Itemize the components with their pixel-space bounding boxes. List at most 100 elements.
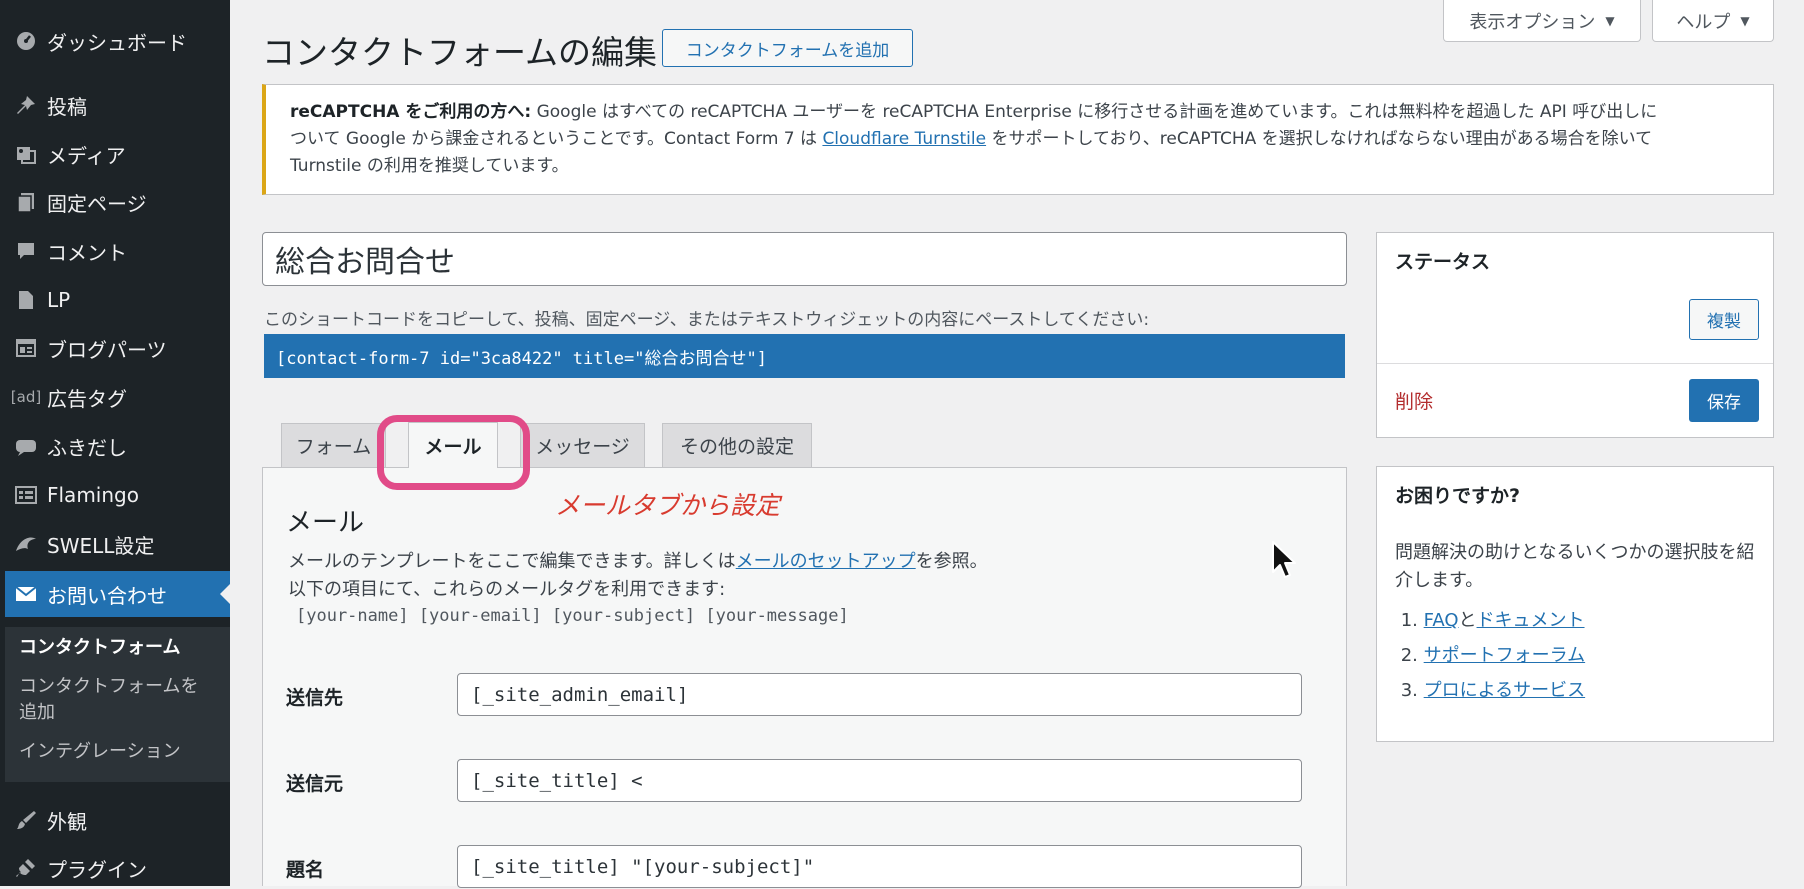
swell-icon: [5, 533, 47, 555]
ad-icon: [ad]: [10, 388, 42, 406]
menu-label: お問い合わせ: [47, 583, 167, 608]
chevron-down-icon: ▼: [1740, 13, 1750, 28]
menu-label: LP: [47, 288, 71, 312]
annotation-highlight-box: [377, 415, 530, 490]
submenu-add-new-line1[interactable]: コンタクトフォームを: [19, 674, 198, 700]
menu-item-dashboard[interactable]: ダッシュボード: [5, 20, 230, 62]
annotation-text: メールタブから設定: [555, 491, 781, 520]
shortcode-description: このショートコードをコピーして、投稿、固定ページ、またはテキストウィジェットの内…: [264, 310, 1150, 330]
help-box: お困りですか? 問題解決の助けとなるいくつかの選択肢を紹介します。 1. FAQ…: [1376, 466, 1774, 742]
faq-link[interactable]: FAQ: [1424, 610, 1459, 631]
help-list-item: 3. プロによるサービス: [1395, 673, 1585, 708]
menu-label: 広告タグ: [47, 386, 127, 411]
pin-icon: [5, 94, 47, 116]
menu-label: 投稿: [47, 94, 87, 119]
recaptcha-notice: reCAPTCHA をご利用の方へ: Google はすべての reCAPTCH…: [262, 84, 1774, 195]
mail-setup-link[interactable]: メールのセットアップ: [736, 551, 916, 572]
plugin-icon: [5, 857, 47, 879]
submenu-integration[interactable]: インテグレーション: [19, 739, 181, 765]
menu-item-pages[interactable]: 固定ページ: [5, 181, 230, 223]
add-contact-form-button[interactable]: コンタクトフォームを追加: [662, 29, 913, 67]
list-number: 3.: [1400, 680, 1418, 701]
help-title: お困りですか?: [1395, 485, 1521, 507]
mail-heading: メール: [286, 508, 365, 538]
desc-text: を参照。: [915, 551, 988, 572]
link-separator: と: [1458, 610, 1477, 631]
screen-options-label: 表示オプション: [1469, 11, 1596, 33]
tab-messages[interactable]: メッセージ: [520, 423, 645, 467]
notice-line-3: Turnstile の利用を推奨しています。: [290, 156, 569, 176]
status-divider: [1377, 363, 1773, 364]
screen-options-tab[interactable]: 表示オプション ▼: [1443, 0, 1641, 42]
turnstile-link[interactable]: Cloudflare Turnstile: [822, 129, 986, 149]
menu-item-swell-settings[interactable]: SWELL設定: [5, 523, 230, 565]
menu-label: ブログパーツ: [47, 337, 167, 362]
submenu-add-new-line2[interactable]: 追加: [19, 700, 55, 726]
menu-item-contact[interactable]: お問い合わせ: [5, 571, 230, 617]
status-box: ステータス 複製 削除 保存: [1376, 232, 1774, 438]
form-title-input[interactable]: 総合お問合せ: [262, 232, 1347, 286]
menu-label: SWELL設定: [47, 533, 155, 558]
menu-label: 固定ページ: [47, 191, 147, 216]
list-number: 2.: [1400, 645, 1418, 666]
notice-bold: reCAPTCHA をご利用の方へ:: [290, 102, 532, 122]
notice-text: をサポートしており、reCAPTCHA を選択しなければならない理由がある場合を…: [986, 129, 1653, 149]
menu-item-lp[interactable]: LP: [5, 279, 230, 321]
support-forum-link[interactable]: サポートフォーラム: [1424, 645, 1585, 666]
dashboard-icon: [5, 30, 47, 52]
menu-item-media[interactable]: メディア: [5, 133, 230, 175]
menu-item-fukidashi[interactable]: ふきだし: [5, 425, 230, 467]
submenu-contact-forms[interactable]: コンタクトフォーム: [19, 635, 180, 661]
tab-form[interactable]: フォーム: [281, 423, 386, 467]
active-indicator: [220, 584, 230, 604]
help-list: 1. FAQとドキュメント 2. サポートフォーラム 3. プロによるサービス: [1395, 603, 1585, 708]
speech-bubble-icon: [5, 435, 47, 457]
subject-field[interactable]: [_site_title] "[your-subject]": [457, 845, 1302, 888]
help-tab[interactable]: ヘルプ ▼: [1652, 0, 1774, 42]
tab-additional-settings[interactable]: その他の設定: [662, 423, 812, 467]
menu-label: ふきだし: [47, 435, 127, 460]
help-list-item: 1. FAQとドキュメント: [1395, 603, 1585, 638]
menu-label: Flamingo: [47, 483, 139, 507]
delete-link[interactable]: 削除: [1395, 387, 1433, 414]
notice-text: Google はすべての reCAPTCHA ユーザーを reCAPTCHA E…: [531, 102, 1658, 122]
help-text: 問題解決の助けとなるいくつかの選択肢を紹介します。: [1395, 542, 1755, 591]
mouse-cursor-icon: [1272, 541, 1296, 578]
menu-item-flamingo[interactable]: Flamingo: [5, 474, 230, 516]
mail-icon: [5, 585, 47, 603]
mail-tags: [your-name] [your-email] [your-subject] …: [296, 606, 849, 626]
menu-item-comments[interactable]: コメント: [5, 230, 230, 272]
notice-text: ついて Google から課金されるということです。Contact Form 7…: [290, 129, 823, 149]
menu-label: 外観: [47, 809, 87, 834]
field-label-subject: 題名: [286, 859, 325, 881]
document-icon: [5, 289, 47, 311]
page-icon: [5, 191, 47, 213]
help-label: ヘルプ: [1676, 11, 1731, 33]
mail-description: メールのテンプレートをここで編集できます。詳しくはメールのセットアップを参照。 …: [288, 548, 988, 604]
save-button[interactable]: 保存: [1689, 379, 1759, 422]
shortcode-field[interactable]: [contact-form-7 id="3ca8422" title="総合お問…: [264, 334, 1345, 378]
menu-item-posts[interactable]: 投稿: [5, 84, 230, 126]
to-field[interactable]: [_site_admin_email]: [457, 673, 1302, 716]
list-icon: [5, 484, 47, 506]
from-field[interactable]: [_site_title] <: [457, 759, 1302, 802]
menu-item-blog-parts[interactable]: ブログパーツ: [5, 327, 230, 369]
menu-item-appearance[interactable]: 外観: [5, 799, 230, 841]
contact-submenu: コンタクトフォーム コンタクトフォームを 追加 インテグレーション: [5, 627, 230, 782]
menu-label: ダッシュボード: [47, 30, 187, 55]
field-label-from: 送信元: [286, 773, 344, 795]
status-title: ステータス: [1395, 251, 1491, 273]
documentation-link[interactable]: ドキュメント: [1477, 610, 1585, 631]
notice-line-2: ついて Google から課金されるということです。Contact Form 7…: [290, 126, 1755, 153]
mail-desc-line-1: メールのテンプレートをここで編集できます。詳しくはメールのセットアップを参照。: [288, 548, 988, 576]
media-icon: [5, 143, 47, 165]
menu-label: メディア: [47, 143, 126, 168]
page-title: コンタクトフォームの編集: [262, 33, 658, 72]
duplicate-button[interactable]: 複製: [1689, 299, 1759, 340]
brush-icon: [5, 809, 47, 831]
notice-line-1: reCAPTCHA をご利用の方へ: Google はすべての reCAPTCH…: [290, 99, 1755, 126]
menu-label: プラグイン: [47, 857, 147, 882]
menu-item-ad-tags[interactable]: [ad] 広告タグ: [5, 376, 230, 418]
professional-services-link[interactable]: プロによるサービス: [1424, 680, 1585, 701]
menu-item-plugins[interactable]: プラグイン: [5, 847, 230, 889]
